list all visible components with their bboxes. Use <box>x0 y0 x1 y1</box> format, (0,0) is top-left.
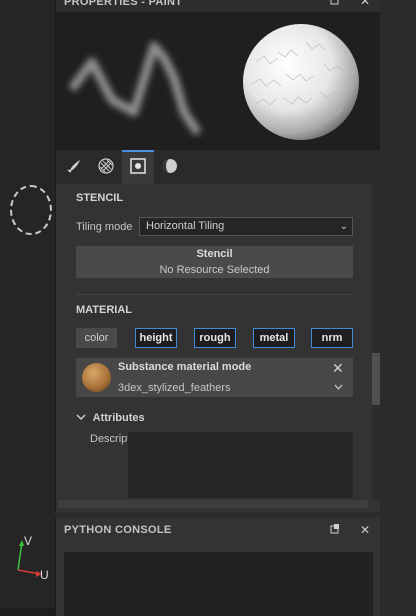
python-console-panel: PYTHON CONSOLE ✕ <box>55 518 381 616</box>
attributes-title: Attributes <box>92 412 145 424</box>
brush-preview <box>56 12 381 150</box>
panel-header: PROPERTIES - PAINT ✕ <box>56 0 381 12</box>
tiling-mode-label: Tiling mode <box>76 221 133 233</box>
channel-toggle-metal[interactable]: metal <box>253 328 295 348</box>
channel-toggle-rough[interactable]: rough <box>194 328 236 348</box>
viewport[interactable]: V U <box>0 0 55 616</box>
tab-brush[interactable] <box>58 150 90 184</box>
popout-icon[interactable] <box>328 0 342 8</box>
close-icon[interactable]: ✕ <box>358 523 372 537</box>
properties-tabs <box>56 150 381 184</box>
channel-toggle-height[interactable]: height <box>135 328 177 348</box>
axis-v-label: V <box>24 534 33 548</box>
console-title: PYTHON CONSOLE <box>64 524 172 536</box>
tab-material[interactable] <box>90 150 122 184</box>
chevron-down-icon: ⌄ <box>339 221 348 232</box>
description-field[interactable] <box>128 432 353 498</box>
popout-icon[interactable] <box>328 523 342 537</box>
channel-toggle-color[interactable]: color <box>76 328 117 348</box>
panel-title: PROPERTIES - PAINT <box>64 0 183 8</box>
tiling-mode-value: Horizontal Tiling <box>146 220 225 232</box>
material-resource-slot[interactable]: Substance material mode 3dex_stylized_fe… <box>76 358 353 397</box>
brush-cursor <box>10 185 52 235</box>
remove-material-icon[interactable]: ✕ <box>332 360 344 377</box>
material-resource-name: 3dex_stylized_feathers <box>118 382 231 394</box>
axis-u-label: U <box>40 568 49 582</box>
properties-paint-panel: PROPERTIES - PAINT ✕ STENCIL Tiling mode… <box>55 0 381 512</box>
channel-toggle-nrm[interactable]: nrm <box>311 328 353 348</box>
material-thumbnail <box>82 363 111 392</box>
attributes-toggle[interactable]: Attributes <box>76 412 145 424</box>
tab-stencil[interactable] <box>122 150 154 184</box>
viewport-bottom-bar <box>0 608 55 616</box>
material-mode-title: Substance material mode <box>118 361 252 373</box>
console-output[interactable] <box>64 552 373 616</box>
close-icon[interactable]: ✕ <box>358 0 372 8</box>
stencil-resource-slot[interactable]: Stencil No Resource Selected <box>76 246 353 278</box>
stencil-section-title: STENCIL <box>76 192 124 204</box>
chevron-down-icon[interactable] <box>334 382 343 392</box>
stencil-slot-title: Stencil <box>196 248 233 260</box>
material-section-title: MATERIAL <box>76 304 133 316</box>
chevron-down-icon <box>76 412 93 424</box>
stroke-preview <box>69 24 359 140</box>
tab-environment[interactable] <box>154 150 186 184</box>
tiling-mode-select[interactable]: Horizontal Tiling ⌄ <box>139 217 353 236</box>
right-dock-area <box>380 0 416 616</box>
uv-axis-gizmo: V U <box>14 530 58 582</box>
material-preview-sphere <box>243 24 359 140</box>
stencil-slot-status: No Resource Selected <box>159 264 270 276</box>
section-divider <box>76 294 353 295</box>
horizontal-scrollbar[interactable] <box>58 500 368 508</box>
